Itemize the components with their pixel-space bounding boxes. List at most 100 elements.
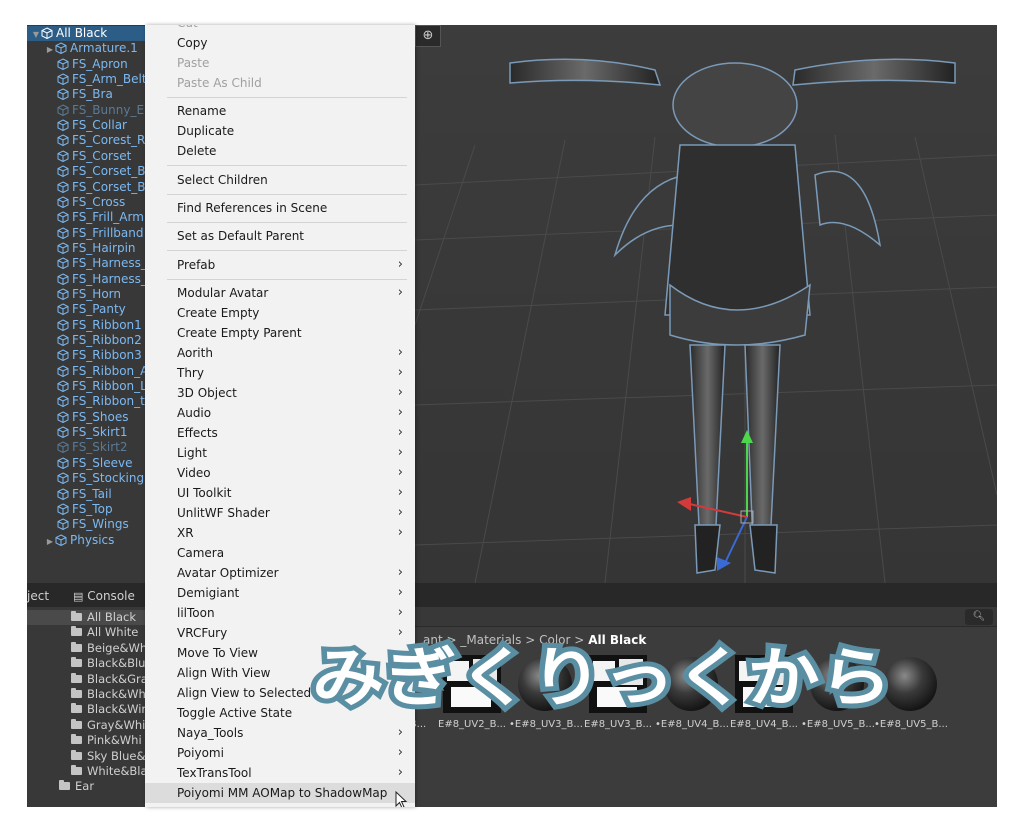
gameobject-icon bbox=[57, 273, 69, 285]
project-folder[interactable]: Pink&Whi bbox=[71, 733, 142, 748]
menu-item[interactable]: Effects › bbox=[145, 423, 415, 443]
menu-item[interactable]: Video › bbox=[145, 463, 415, 483]
hierarchy-item[interactable]: FS_Wings bbox=[27, 517, 129, 532]
menu-item[interactable]: Thry › bbox=[145, 363, 415, 383]
project-folder[interactable]: Black&Blu bbox=[71, 656, 145, 671]
menu-item[interactable]: Modular Avatar › bbox=[145, 283, 415, 303]
scene-view[interactable]: ⊕ bbox=[415, 25, 997, 583]
menu-item[interactable]: UnlitWF Shader › bbox=[145, 503, 415, 523]
menu-item[interactable]: Delete bbox=[145, 141, 415, 161]
menu-item[interactable]: Find References in Scene bbox=[145, 198, 415, 218]
hierarchy-item[interactable]: FS_Stocking bbox=[27, 471, 144, 486]
menu-item[interactable]: lilToon › bbox=[145, 603, 415, 623]
asset-thumbnail[interactable] bbox=[516, 655, 574, 713]
hierarchy-item[interactable]: FS_Horn bbox=[27, 287, 121, 302]
hierarchy-item[interactable]: FS_Hairpin bbox=[27, 241, 136, 256]
hierarchy-item[interactable]: FS_Skirt1 bbox=[27, 425, 127, 440]
hierarchy-item[interactable]: FS_Corset_B bbox=[27, 164, 146, 179]
menu-item[interactable]: Light › bbox=[145, 443, 415, 463]
hierarchy-item[interactable]: FS_Skirt2 bbox=[27, 440, 127, 455]
project-folder[interactable]: Beige&Wh bbox=[71, 641, 147, 656]
hierarchy-item[interactable]: FS_Bra bbox=[27, 87, 113, 102]
menu-item[interactable]: Create Empty Parent bbox=[145, 323, 415, 343]
scene-viewport[interactable] bbox=[415, 25, 997, 583]
asset-thumbnail[interactable] bbox=[881, 655, 939, 713]
menu-item[interactable]: Poiyomi MM AOMap to ShadowMap bbox=[145, 782, 415, 803]
menu-item[interactable]: Camera bbox=[145, 543, 415, 563]
hierarchy-item[interactable]: ▶ Armature.1 bbox=[27, 41, 138, 56]
hierarchy-item[interactable]: FS_Sleeve bbox=[27, 456, 133, 471]
menu-item[interactable]: Audio › bbox=[145, 403, 415, 423]
asset-label: •E#8_UV5_B... bbox=[874, 719, 948, 730]
menu-item[interactable]: Prefab › bbox=[145, 255, 415, 275]
project-folder[interactable]: Gray&Whi bbox=[71, 718, 145, 733]
hierarchy-item[interactable]: FS_Cross bbox=[27, 195, 125, 210]
menu-item[interactable]: Avatar Optimizer › bbox=[145, 563, 415, 583]
menu-item[interactable]: TexTransTool › bbox=[145, 763, 415, 783]
asset-thumbnail[interactable] bbox=[662, 655, 720, 713]
hierarchy-item[interactable]: FS_Ribbon2 bbox=[27, 333, 142, 348]
hierarchy-item[interactable]: FS_Ribbon_A bbox=[27, 364, 148, 379]
menu-item[interactable]: Align View to Selected bbox=[145, 683, 415, 703]
hierarchy-item[interactable]: FS_Tail bbox=[27, 487, 112, 502]
menu-item[interactable]: XR › bbox=[145, 523, 415, 543]
hierarchy-item[interactable]: FS_Corest_R bbox=[27, 133, 145, 148]
project-folder[interactable]: Black&Wh bbox=[71, 687, 146, 702]
hierarchy-item[interactable]: FS_Ribbon3 bbox=[27, 348, 142, 363]
hierarchy-item[interactable]: FS_Ribbon_t bbox=[27, 394, 145, 409]
hierarchy-item[interactable]: FS_Bunny_E bbox=[27, 103, 144, 118]
menu-item[interactable]: Move To View bbox=[145, 643, 415, 663]
hierarchy-item[interactable]: FS_Corset_B bbox=[27, 180, 146, 195]
menu-item[interactable]: Create Empty bbox=[145, 303, 415, 323]
menu-item[interactable]: UI Toolkit › bbox=[145, 483, 415, 503]
menu-item[interactable]: VRCFury › bbox=[145, 623, 415, 643]
asset-thumbnail[interactable] bbox=[443, 655, 501, 713]
expand-arrow-icon[interactable]: ▼ bbox=[31, 27, 41, 42]
collapse-arrow-icon[interactable]: ▶ bbox=[45, 534, 55, 549]
hierarchy-item[interactable]: FS_Corset bbox=[27, 149, 131, 164]
scene-tool-button[interactable]: ⊕ bbox=[415, 25, 441, 47]
project-folder[interactable]: Sky Blue& bbox=[71, 749, 145, 764]
menu-item[interactable]: 3D Object › bbox=[145, 383, 415, 403]
hierarchy-item[interactable]: FS_Ribbon1 bbox=[27, 318, 142, 333]
menu-item[interactable]: Align With View bbox=[145, 663, 415, 683]
project-folder[interactable]: All White bbox=[71, 625, 138, 640]
tab-console[interactable]: ▤ Console bbox=[73, 587, 135, 605]
breadcrumb-part[interactable]: ant bbox=[423, 633, 443, 647]
hierarchy-item[interactable]: FS_Panty bbox=[27, 302, 126, 317]
asset-thumbnail[interactable] bbox=[735, 655, 793, 713]
menu-item[interactable]: Poiyomi › bbox=[145, 743, 415, 763]
menu-item[interactable]: Aorith › bbox=[145, 343, 415, 363]
project-folder[interactable]: White&Bla bbox=[71, 764, 148, 779]
hierarchy-item[interactable]: FS_Harness_ bbox=[27, 272, 147, 287]
hierarchy-item[interactable]: FS_Harness_ bbox=[27, 256, 147, 271]
breadcrumb-part[interactable]: _Materials bbox=[460, 633, 521, 647]
menu-item[interactable]: Toggle Active State bbox=[145, 703, 415, 723]
hierarchy-item[interactable]: FS_Frill_Arm bbox=[27, 210, 144, 225]
hierarchy-item[interactable]: FS_Shoes bbox=[27, 410, 129, 425]
project-folder[interactable]: Ear bbox=[59, 779, 94, 794]
menu-item[interactable]: Duplicate bbox=[145, 121, 415, 141]
hierarchy-item[interactable]: FS_Top bbox=[27, 502, 113, 517]
project-folder[interactable]: Black&Gra bbox=[71, 672, 148, 687]
project-folder[interactable]: Black&Wir bbox=[71, 702, 146, 717]
menu-item[interactable]: Copy bbox=[145, 33, 415, 53]
hierarchy-item[interactable]: FS_Apron bbox=[27, 57, 128, 72]
hierarchy-item[interactable]: FS_Collar bbox=[27, 118, 127, 133]
menu-item[interactable]: Set as Default Parent bbox=[145, 226, 415, 246]
menu-item[interactable]: Rename bbox=[145, 101, 415, 121]
project-folder-label: Beige&Wh bbox=[87, 640, 148, 655]
menu-item[interactable]: Naya_Tools › bbox=[145, 723, 415, 743]
breadcrumb-part[interactable]: Color bbox=[539, 633, 570, 647]
asset-thumbnail[interactable] bbox=[808, 655, 866, 713]
menu-item[interactable]: Demigiant › bbox=[145, 583, 415, 603]
hierarchy-item[interactable]: FS_Ribbon_L bbox=[27, 379, 147, 394]
tab-project[interactable]: ject bbox=[27, 587, 49, 605]
collapse-arrow-icon[interactable]: ▶ bbox=[45, 42, 55, 57]
hierarchy-item[interactable]: FS_Arm_Belt bbox=[27, 72, 147, 87]
hierarchy-item[interactable]: FS_Frillband bbox=[27, 226, 143, 241]
menu-item[interactable]: Select Children bbox=[145, 170, 415, 190]
asset-thumbnail[interactable] bbox=[589, 655, 647, 713]
hierarchy-item[interactable]: ▶ Physics bbox=[27, 533, 114, 548]
search-icon[interactable]: 🔍︎ bbox=[965, 609, 993, 625]
